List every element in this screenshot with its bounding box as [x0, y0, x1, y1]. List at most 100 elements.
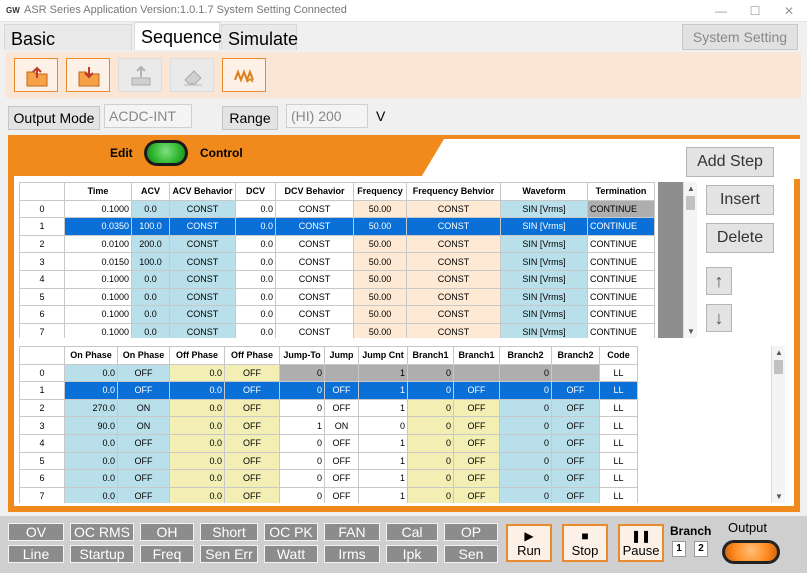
table-cell[interactable]: 100.0 [131, 217, 170, 236]
table-cell[interactable]: CONST [406, 322, 501, 338]
table-cell[interactable]: 1 [358, 363, 408, 383]
table-cell[interactable]: ON [117, 398, 170, 418]
table-cell[interactable]: 0 [499, 486, 552, 503]
table-cell[interactable] [324, 363, 359, 383]
table-cell[interactable]: 0.0 [169, 363, 225, 383]
save-file-button[interactable] [66, 58, 110, 92]
table-cell[interactable]: 0 [407, 416, 454, 435]
table-cell[interactable]: 0.1000 [64, 269, 132, 289]
table-cell[interactable]: 50.00 [353, 252, 407, 271]
table-row[interactable]: 2 270.0 ON 0.0 OFF 0 OFF 1 0 OFF 0 OFF LL [19, 398, 638, 418]
pause-button[interactable]: ❚❚ Pause [618, 524, 664, 562]
table-cell[interactable]: CONST [275, 199, 354, 219]
table-cell[interactable]: 0.0 [235, 287, 276, 307]
table-cell[interactable]: CONST [169, 252, 236, 271]
table-row[interactable]: 7 0.1000 0.0 CONST 0.0 CONST 50.00 CONST SIN [Vr… [19, 322, 655, 338]
table-cell[interactable]: 0.0 [64, 363, 118, 383]
table-cell[interactable]: 0 [279, 381, 325, 400]
waveform-button[interactable] [222, 58, 266, 92]
table-cell[interactable]: 0.0 [235, 252, 276, 271]
table-cell[interactable]: SIN [Vrms] [500, 217, 588, 236]
table-cell[interactable]: 0 [499, 416, 552, 435]
table-row[interactable]: 7 0.0 OFF 0.0 OFF 0 OFF 1 0 OFF 0 OFF LL [19, 486, 638, 503]
table-cell[interactable]: CONST [169, 234, 236, 254]
table-cell[interactable]: OFF [224, 363, 280, 383]
table-cell[interactable]: 50.00 [353, 269, 407, 289]
table-cell[interactable]: 0 [499, 398, 552, 418]
table-cell[interactable]: 1 [358, 451, 408, 471]
table-cell[interactable]: OFF [117, 363, 170, 383]
table-cell[interactable]: CONTINUE [587, 252, 655, 271]
table-cell[interactable]: OFF [453, 486, 500, 503]
table-cell[interactable]: OFF [551, 398, 600, 418]
phase-table-scrollbar[interactable]: ▲ ▼ [771, 346, 785, 503]
table-cell[interactable]: 0 [279, 433, 325, 453]
table-cell[interactable]: 0.0 [169, 433, 225, 453]
table-cell[interactable]: CONTINUE [587, 234, 655, 254]
table-cell[interactable]: SIN [Vrms] [500, 234, 588, 254]
table-row[interactable]: 6 0.0 OFF 0.0 OFF 0 OFF 1 0 OFF 0 OFF LL [19, 469, 638, 488]
table-cell[interactable]: 0 [499, 469, 552, 488]
table-cell[interactable]: LL [599, 433, 638, 453]
maximize-button[interactable]: ☐ [740, 2, 770, 20]
table-cell[interactable]: 0.0 [169, 381, 225, 400]
table-cell[interactable]: OFF [324, 469, 359, 488]
table-cell[interactable]: 270.0 [64, 398, 118, 418]
table-cell[interactable]: 50.00 [353, 217, 407, 236]
tab-basic-controller[interactable]: Basic Controller [4, 24, 132, 73]
table-cell[interactable]: OFF [224, 469, 280, 488]
table-cell[interactable]: 0.0 [131, 199, 170, 219]
table-cell[interactable]: LL [599, 469, 638, 488]
table-cell[interactable]: 0 [279, 363, 325, 383]
table-cell[interactable]: 0.0 [169, 398, 225, 418]
table-cell[interactable]: OFF [224, 416, 280, 435]
table-cell[interactable]: CONST [275, 287, 354, 307]
system-setting-button[interactable]: System Setting [682, 24, 798, 50]
table-cell[interactable]: 0.0350 [64, 217, 132, 236]
table-row[interactable]: 1 0.0 OFF 0.0 OFF 0 OFF 1 0 OFF 0 OFF LL [19, 381, 638, 400]
table-cell[interactable]: OFF [453, 381, 500, 400]
table-cell[interactable]: 0.0 [235, 269, 276, 289]
erase-button[interactable] [170, 58, 214, 92]
table-row[interactable]: 5 0.0 OFF 0.0 OFF 0 OFF 1 0 OFF 0 OFF LL [19, 451, 638, 471]
table-cell[interactable]: SIN [Vrms] [500, 269, 588, 289]
table-cell[interactable]: 0.1000 [64, 199, 132, 219]
table-cell[interactable]: OFF [324, 486, 359, 503]
table-cell[interactable]: OFF [551, 469, 600, 488]
table-cell[interactable]: OFF [453, 416, 500, 435]
table-cell[interactable]: CONTINUE [587, 322, 655, 338]
table-cell[interactable]: SIN [Vrms] [500, 199, 588, 219]
table-cell[interactable]: 50.00 [353, 287, 407, 307]
table-cell[interactable]: CONST [275, 269, 354, 289]
table-cell[interactable]: 0.0 [131, 322, 170, 338]
table-cell[interactable]: OFF [551, 433, 600, 453]
range-button[interactable]: Range [222, 106, 278, 130]
table-cell[interactable]: OFF [324, 398, 359, 418]
table-cell[interactable]: OFF [224, 381, 280, 400]
table-cell[interactable]: LL [599, 451, 638, 471]
table-row[interactable]: 4 0.1000 0.0 CONST 0.0 CONST 50.00 CONST SIN [Vr… [19, 269, 655, 289]
table-cell[interactable]: 0.0 [131, 287, 170, 307]
table-cell[interactable]: 0 [358, 416, 408, 435]
stop-button[interactable]: ■ Stop [562, 524, 608, 562]
move-up-button[interactable]: ↑ [706, 267, 732, 295]
table-cell[interactable]: OFF [551, 381, 600, 400]
table-cell[interactable]: 90.0 [64, 416, 118, 435]
tab-sequence[interactable]: Sequence [134, 22, 222, 50]
scroll-up-icon[interactable]: ▲ [684, 184, 698, 193]
table-cell[interactable]: CONST [275, 252, 354, 271]
table-row[interactable]: 0 0.0 OFF 0.0 OFF 0 1 0 0 LL [19, 363, 638, 383]
table-cell[interactable]: 0 [499, 451, 552, 471]
table-cell[interactable]: 0 [279, 486, 325, 503]
table-cell[interactable]: OFF [117, 381, 170, 400]
table-row[interactable]: 0 0.1000 0.0 CONST 0.0 CONST 50.00 CONST SIN [Vr… [19, 199, 655, 219]
table-cell[interactable]: 0 [499, 433, 552, 453]
run-button[interactable]: ▶ Run [506, 524, 552, 562]
table-cell[interactable]: CONST [169, 287, 236, 307]
table-cell[interactable]: CONST [169, 322, 236, 338]
scroll-up-icon[interactable]: ▲ [772, 348, 786, 357]
table-row[interactable]: 2 0.0100 200.0 CONST 0.0 CONST 50.00 CONST SIN [… [19, 234, 655, 254]
table-cell[interactable]: CONTINUE [587, 287, 655, 307]
output-toggle[interactable] [722, 540, 780, 564]
table-cell[interactable]: 0.0 [235, 322, 276, 338]
